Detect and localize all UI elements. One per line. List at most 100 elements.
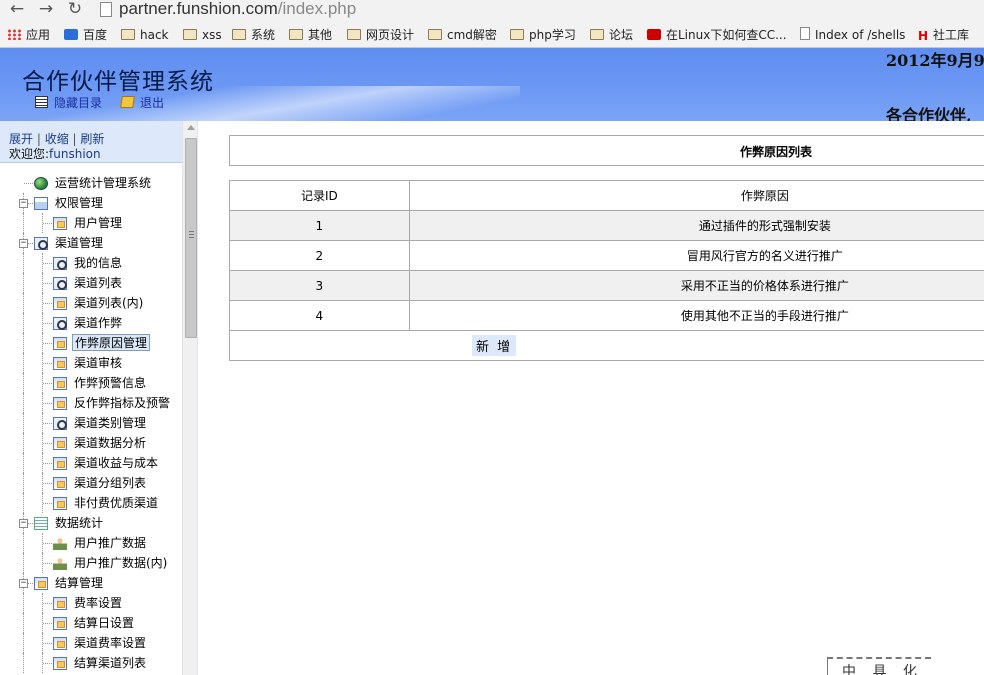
address-bar[interactable]: partner.funshion.com/index.php xyxy=(119,0,356,19)
cheat-reason-table: 记录ID 作弊原因 1 通过插件的形式强制安装 2 冒用风行官方的名义进行推广 3 采用不… xyxy=(229,180,984,361)
tree-item[interactable]: 渠道列表 xyxy=(0,273,182,293)
tree-connector xyxy=(23,313,24,333)
tree-connector xyxy=(43,463,52,464)
bookmark-forum[interactable]: 论坛 xyxy=(590,27,633,44)
page-icon xyxy=(53,457,67,470)
bookmark-php[interactable]: php学习 xyxy=(510,27,576,44)
forward-arrow-icon[interactable]: → xyxy=(35,0,57,20)
site-header: 合作伙伴管理系统 隐藏目录 退出 2012年9月9 各合作伙伴, xyxy=(0,48,984,121)
tree-item[interactable]: 反作弊指标及预警 xyxy=(0,393,182,413)
bookmark-xss[interactable]: xss xyxy=(183,27,222,44)
person-icon xyxy=(53,537,67,550)
sidebar-scrollbar[interactable] xyxy=(182,121,197,675)
tree-connector xyxy=(43,423,52,424)
bookmark-apps[interactable]: 应用 xyxy=(7,27,50,44)
table-row: 4 使用其他不正当的手段进行推广 xyxy=(229,300,984,331)
expand-link[interactable]: 展开 xyxy=(9,132,33,146)
tree-item[interactable]: 渠道类别管理 xyxy=(0,413,182,433)
tree-item[interactable]: 用户推广数据(内) xyxy=(0,553,182,573)
bookmark-shells[interactable]: Index of /shells xyxy=(800,27,905,44)
tree-item-label: 结算日设置 xyxy=(74,616,135,630)
h-logo-icon: H xyxy=(918,29,929,43)
logout-link[interactable]: 退出 xyxy=(120,94,164,110)
tree-item[interactable]: 渠道列表(内) xyxy=(0,293,182,313)
tree-item[interactable]: 费率设置 xyxy=(0,593,182,613)
tree-connector xyxy=(23,553,24,573)
collapse-toggle-icon[interactable]: − xyxy=(19,199,28,208)
add-button[interactable]: 新 增 xyxy=(472,335,517,356)
tree-item[interactable]: − 权限管理 xyxy=(0,193,182,213)
tree-item[interactable]: 渠道作弊 xyxy=(0,313,182,333)
bookmark-label: 其他 xyxy=(308,28,333,42)
bookmark-webdesign[interactable]: 网页设计 xyxy=(347,27,414,44)
page-icon xyxy=(100,2,112,17)
tree-item[interactable]: − 结算管理 xyxy=(0,573,182,593)
tree-item[interactable]: 作弊预警信息 xyxy=(0,373,182,393)
cheat-reason-cell[interactable]: 采用不正当的价格体系进行推广 xyxy=(408,270,984,301)
partial-stamp: 中 具 化 xyxy=(827,657,931,675)
table-header-row: 记录ID 作弊原因 xyxy=(229,180,984,211)
tree-item[interactable]: 用户推广数据 xyxy=(0,533,182,553)
tree-item-label: 渠道数据分析 xyxy=(74,436,147,450)
back-arrow-icon[interactable]: ← xyxy=(6,0,28,20)
tree-connector xyxy=(23,253,24,273)
page-icon xyxy=(53,597,67,610)
record-id-cell: 4 xyxy=(229,300,410,331)
collapse-toggle-icon[interactable]: − xyxy=(19,579,28,588)
tree-item[interactable]: 渠道分组列表 xyxy=(0,473,182,493)
sidebar-controls: 展开 | 收缩 | 刷新 欢迎您:funshion xyxy=(0,121,182,163)
bookmark-sgk[interactable]: H 社工库 xyxy=(918,27,969,44)
tree-connector xyxy=(43,543,52,544)
tree-item[interactable]: 非付费优质渠道 xyxy=(0,493,182,513)
bookmark-baidu[interactable]: 百度 xyxy=(64,27,107,44)
folder-icon xyxy=(232,29,246,40)
tree-item[interactable]: 结算渠道列表 xyxy=(0,653,182,673)
gear-icon xyxy=(53,277,67,290)
bookmark-label: 网页设计 xyxy=(366,28,415,42)
tree-item[interactable]: − 数据统计 xyxy=(0,513,182,533)
bookmark-system[interactable]: 系统 xyxy=(232,27,275,44)
tree-item-label: 权限管理 xyxy=(55,196,104,210)
bookmark-cmd[interactable]: cmd解密 xyxy=(428,27,497,44)
scroll-up-arrow-icon[interactable] xyxy=(187,125,195,130)
collapse-toggle-icon[interactable]: − xyxy=(19,239,28,248)
cheat-reason-cell[interactable]: 通过插件的形式强制安装 xyxy=(408,210,984,241)
tree-item[interactable]: 渠道费率设置 xyxy=(0,633,182,653)
add-cell: 新 增 xyxy=(229,330,984,361)
tree-item[interactable]: 作弊原因管理 xyxy=(0,333,182,353)
apps-grid-icon xyxy=(7,29,21,40)
bookmark-linux-cc[interactable]: 在Linux下如何查CC... xyxy=(647,27,787,44)
bookmark-hack[interactable]: hack xyxy=(121,27,169,44)
tree-connector xyxy=(28,583,33,584)
welcome-text: 欢迎您:funshion xyxy=(9,145,101,162)
main-content: 作弊原因列表 记录ID 作弊原因 1 通过插件的形式强制安装 2 冒用风行官方的名义进… xyxy=(199,121,984,675)
page-icon xyxy=(53,397,67,410)
tree-item[interactable]: 渠道收益与成本 xyxy=(0,453,182,473)
tree-connector xyxy=(23,493,24,513)
tree-item[interactable]: 我的信息 xyxy=(0,253,182,273)
tree-item[interactable]: − 渠道管理 xyxy=(0,233,182,253)
hide-menu-link[interactable]: 隐藏目录 xyxy=(35,94,102,110)
tree-item[interactable]: 渠道数据分析 xyxy=(0,433,182,453)
bookmark-other[interactable]: 其他 xyxy=(289,27,332,44)
tree-item[interactable]: 用户管理 xyxy=(0,213,182,233)
cheat-reason-cell[interactable]: 冒用风行官方的名义进行推广 xyxy=(408,240,984,271)
scroll-thumb[interactable] xyxy=(185,138,197,338)
person-icon xyxy=(53,557,67,570)
collapse-toggle-icon[interactable]: − xyxy=(19,519,28,528)
tree-connector xyxy=(23,413,24,433)
cheat-reason-cell[interactable]: 使用其他不正当的手段进行推广 xyxy=(408,300,984,331)
tree-connector xyxy=(43,263,52,264)
tree-item[interactable]: 渠道审核 xyxy=(0,353,182,373)
page-icon xyxy=(53,337,67,350)
reload-icon[interactable]: ↻ xyxy=(64,0,86,20)
tree-connector xyxy=(23,393,24,413)
page-icon xyxy=(53,497,67,510)
tree-item-label: 非付费优质渠道 xyxy=(74,496,159,510)
header-greeting: 各合作伙伴, xyxy=(886,106,972,121)
tree-item[interactable]: 结算日设置 xyxy=(0,613,182,633)
collapse-link[interactable]: 收缩 xyxy=(45,132,69,146)
refresh-link[interactable]: 刷新 xyxy=(80,132,104,146)
tree-connector xyxy=(23,633,24,653)
tree-item[interactable]: 运营统计管理系统 xyxy=(0,173,182,193)
